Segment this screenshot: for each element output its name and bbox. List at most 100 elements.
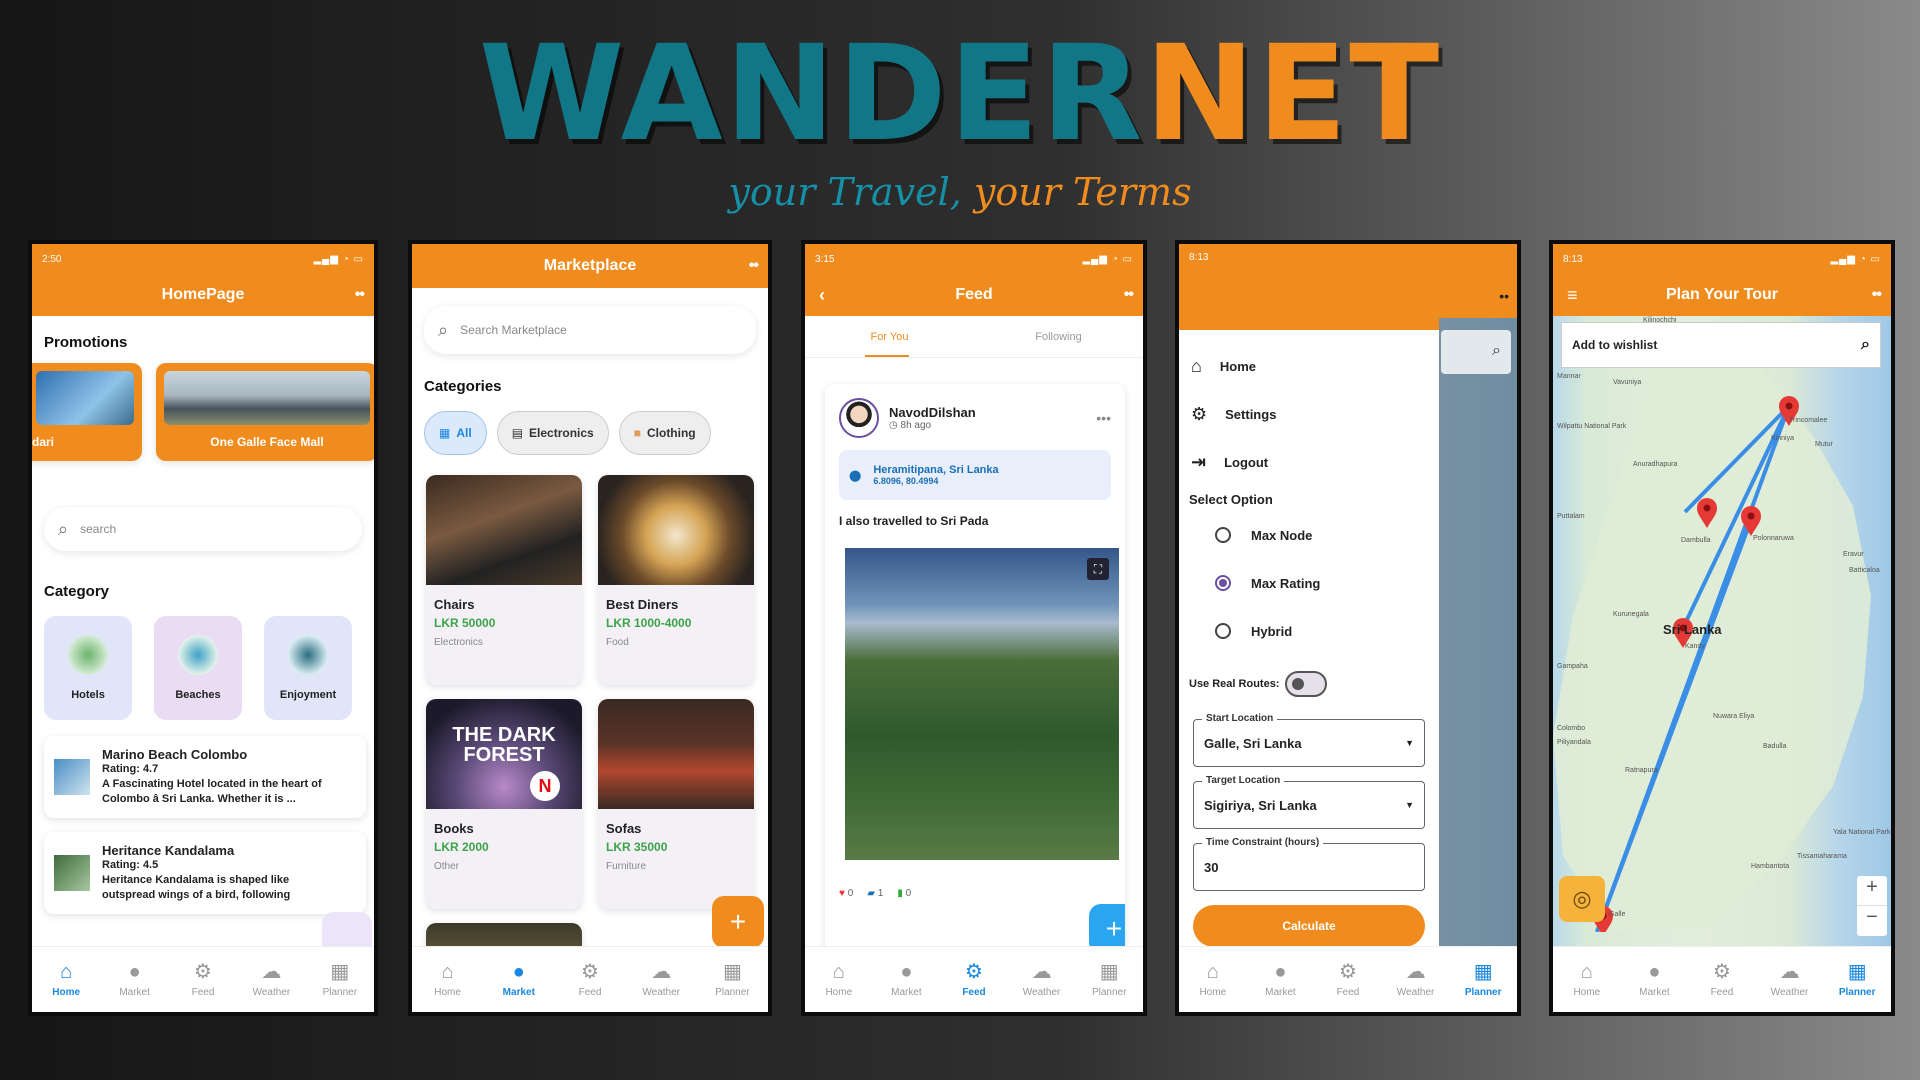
location-pin-icon: ⬤ (849, 469, 862, 482)
category-beaches[interactable]: Beaches (154, 616, 242, 720)
hamburger-menu-icon[interactable]: ≡ (1567, 285, 1578, 306)
expand-icon[interactable]: ⛶ (1087, 558, 1109, 580)
nav-market[interactable]: ● Market (483, 947, 554, 1012)
hotel-thumbnail (54, 855, 90, 891)
post-image[interactable]: ⛶ (845, 548, 1119, 860)
nav-home[interactable]: ⌂ Home (32, 947, 100, 1012)
wishlist-search-input[interactable]: Add to wishlist ⌕ (1561, 322, 1881, 368)
product-card[interactable]: Sofas LKR 35000 Furniture (598, 699, 754, 909)
promo-card[interactable]: dari (32, 363, 142, 461)
category-list: Hotels Beaches Enjoyment (44, 616, 362, 720)
more-menu-icon[interactable]: •• (749, 257, 759, 275)
svg-text:Dambulla: Dambulla (1681, 537, 1711, 544)
nav-weather[interactable]: ☁ Weather (1756, 947, 1824, 1012)
option-hybrid[interactable]: Hybrid (1179, 607, 1439, 655)
more-options-icon[interactable]: ••• (1096, 410, 1111, 426)
nav-feed[interactable]: ⚙ Feed (940, 947, 1008, 1012)
nav-market[interactable]: ● Market (100, 947, 168, 1012)
nav-home[interactable]: ⌂ Home (805, 947, 873, 1012)
zoom-in-button[interactable]: + (1857, 876, 1887, 906)
location-chip[interactable]: ⬤ Heramitipana, Sri Lanka 6.8096, 80.4994 (839, 450, 1111, 500)
nav-weather[interactable]: ☁ Weather (1382, 947, 1450, 1012)
signal-icon: ▂▄▆ ◔ ▭ (1830, 253, 1881, 265)
drawer-item-home[interactable]: ⌂ Home (1179, 342, 1439, 390)
product-card[interactable]: Best Diners LKR 1000-4000 Food (598, 475, 754, 685)
dropdown-arrow-icon: ▼ (1405, 738, 1414, 748)
product-image (426, 475, 582, 585)
chip-all[interactable]: ▦ All (424, 411, 487, 455)
like-button[interactable]: ♥ 0 (839, 888, 853, 899)
avatar[interactable] (839, 398, 879, 438)
my-location-button[interactable]: ◎ (1559, 876, 1605, 922)
nav-planner[interactable]: ▦ Planner (1449, 947, 1517, 1012)
promotions-carousel[interactable]: dari One Galle Face Mall (32, 363, 374, 463)
option-max-rating[interactable]: Max Rating (1179, 559, 1439, 607)
nav-market[interactable]: ● Market (1247, 947, 1315, 1012)
calendar-icon: ▦ (330, 961, 350, 983)
chip-clothing[interactable]: ■ Clothing (618, 411, 711, 455)
nav-home[interactable]: ⌂ Home (412, 947, 483, 1012)
start-location-select[interactable]: Start Location Galle, Sri Lanka ▼ (1193, 713, 1425, 767)
drawer-item-logout[interactable]: ⇥ Logout (1179, 438, 1439, 486)
add-product-button[interactable]: + (712, 896, 764, 948)
product-image (598, 475, 754, 585)
svg-text:Hambantota: Hambantota (1751, 863, 1789, 870)
nav-market[interactable]: ● Market (873, 947, 941, 1012)
drawer-item-settings[interactable]: ⚙ Settings (1179, 390, 1439, 438)
more-menu-icon[interactable]: •• (1499, 288, 1509, 304)
bottom-nav: ⌂ Home ● Market ⚙ Feed ☁ Weather ▦ Planner (805, 946, 1143, 1012)
nav-feed[interactable]: ⚙ Feed (1688, 947, 1756, 1012)
back-arrow-icon[interactable]: ‹ (819, 285, 825, 306)
svg-text:Trincomalee: Trincomalee (1789, 417, 1827, 424)
calculate-button[interactable]: Calculate (1193, 905, 1425, 947)
time-constraint-input[interactable]: Time Constraint (hours) 30 (1193, 837, 1425, 891)
search-input[interactable]: ⌕ Search Marketplace (424, 306, 756, 354)
search-icon[interactable]: ⌕ (1861, 336, 1870, 354)
category-enjoyment[interactable]: Enjoyment (264, 616, 352, 720)
netflix-badge: N (530, 771, 560, 801)
target-location-select[interactable]: Target Location Sigiriya, Sri Lanka ▼ (1193, 775, 1425, 829)
nav-planner[interactable]: ▦ Planner (1075, 947, 1143, 1012)
map-view[interactable]: Kilinochchi Vavuniya Mannar Wilpattu Nat… (1553, 316, 1891, 946)
product-card[interactable]: Chairs LKR 50000 Electronics (426, 475, 582, 685)
drawer-scrim[interactable] (1439, 318, 1517, 1012)
option-max-node[interactable]: Max Node (1179, 511, 1439, 559)
product-card[interactable]: THE DARK FOREST N Books LKR 2000 Other (426, 699, 582, 909)
chip-electronics[interactable]: ▤ Electronics (496, 411, 609, 455)
more-menu-icon[interactable]: •• (1872, 286, 1882, 304)
bottom-nav: ⌂ Home ● Market ⚙ Feed ☁ Weather ▦ Planner (1553, 946, 1891, 1012)
search-input[interactable]: ⌕ search (44, 507, 362, 551)
gear-icon: ⚙ (1339, 961, 1357, 983)
nav-planner[interactable]: ▦ Planner (1823, 947, 1891, 1012)
nav-feed[interactable]: ⚙ Feed (554, 947, 625, 1012)
nav-weather[interactable]: ☁ Weather (237, 947, 305, 1012)
tab-following[interactable]: Following (974, 316, 1143, 357)
nav-weather[interactable]: ☁ Weather (1008, 947, 1076, 1012)
save-button[interactable]: ▮ 0 (897, 888, 911, 899)
person-icon: ● (1648, 961, 1661, 983)
beach-icon (178, 635, 218, 675)
tab-for-you[interactable]: For You (805, 316, 974, 357)
nav-weather[interactable]: ☁ Weather (626, 947, 697, 1012)
nav-planner[interactable]: ▦ Planner (697, 947, 768, 1012)
comment-button[interactable]: ▰ 1 (867, 888, 883, 899)
dimmed-app-bar: •• (1439, 244, 1517, 318)
more-menu-icon[interactable]: •• (1124, 286, 1134, 304)
nav-feed[interactable]: ⚙ Feed (169, 947, 237, 1012)
bottom-nav: ⌂ Home ● Market ⚙ Feed ☁ Weather ▦ Planner (412, 946, 768, 1012)
nav-feed[interactable]: ⚙ Feed (1314, 947, 1382, 1012)
hotel-card[interactable]: Heritance Kandalama Rating: 4.5 Heritance … (44, 832, 366, 914)
real-routes-toggle[interactable] (1285, 671, 1328, 697)
route-map[interactable]: Kilinochchi Vavuniya Mannar Wilpattu Nat… (1553, 316, 1891, 932)
zoom-out-button[interactable]: − (1857, 906, 1887, 936)
hotel-card[interactable]: Marino Beach Colombo Rating: 4.7 A Fascina… (44, 736, 366, 818)
more-menu-icon[interactable]: •• (355, 286, 365, 304)
nav-market[interactable]: ● Market (1621, 947, 1689, 1012)
category-hotels[interactable]: Hotels (44, 616, 132, 720)
nav-home[interactable]: ⌂ Home (1179, 947, 1247, 1012)
nav-planner[interactable]: ▦ Planner (306, 947, 374, 1012)
svg-text:Eravur: Eravur (1843, 551, 1864, 558)
promo-card-galle-face[interactable]: One Galle Face Mall (156, 363, 374, 461)
search-icon[interactable]: ⌕ (1441, 330, 1511, 374)
nav-home[interactable]: ⌂ Home (1553, 947, 1621, 1012)
